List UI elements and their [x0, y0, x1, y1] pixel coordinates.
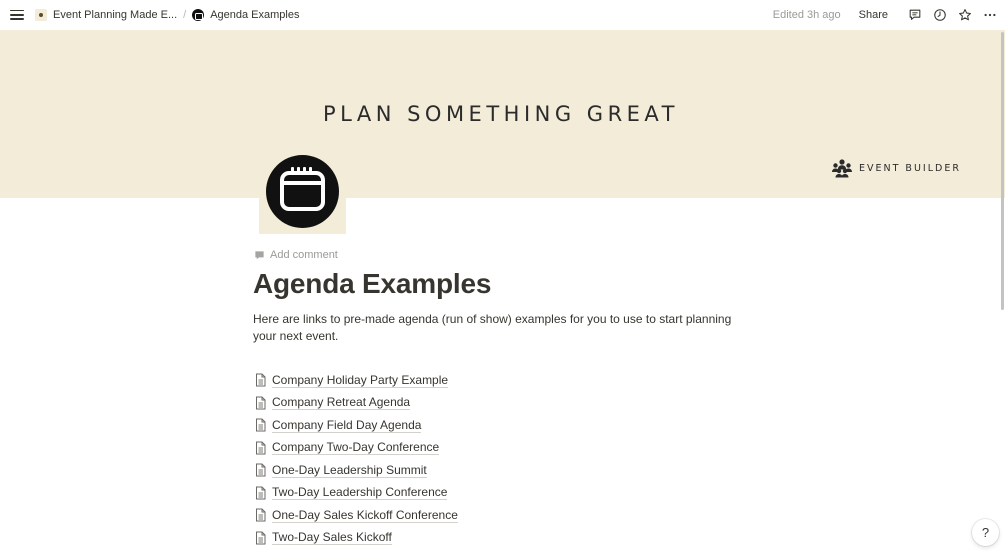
- scrollbar[interactable]: [1000, 30, 1005, 553]
- page-icon: [256, 508, 266, 522]
- agenda-links-list: Company Holiday Party Example Company Re…: [254, 369, 458, 549]
- breadcrumb: Event Planning Made E... / Agenda Exampl…: [32, 0, 302, 30]
- page-icon: [256, 463, 266, 477]
- breadcrumb-separator: /: [183, 9, 187, 21]
- more-icon[interactable]: [981, 6, 999, 24]
- comments-icon[interactable]: [906, 6, 924, 24]
- breadcrumb-item-parent[interactable]: Event Planning Made E...: [32, 7, 180, 23]
- page-icon[interactable]: [259, 152, 346, 234]
- page-icon: [256, 531, 266, 545]
- page-icon: [256, 418, 266, 432]
- menu-icon[interactable]: [9, 7, 25, 23]
- page-link-label: Two-Day Leadership Conference: [272, 485, 448, 501]
- page-link-label: One-Day Sales Kickoff Conference: [272, 507, 458, 523]
- page-link-item[interactable]: One-Day Sales Kickoff Conference: [254, 504, 458, 527]
- history-icon[interactable]: [931, 6, 949, 24]
- page-link-label: Company Two-Day Conference: [272, 440, 440, 456]
- page-link-item[interactable]: Company Holiday Party Example: [254, 369, 458, 392]
- cover-image: PLAN SOMETHING GREAT EVENT BUILDER: [0, 30, 1005, 198]
- page-icon: [256, 396, 266, 410]
- page-link-label: One-Day Leadership Summit: [272, 462, 427, 478]
- page-link-item[interactable]: Company Field Day Agenda: [254, 414, 458, 437]
- comment-icon: [255, 250, 264, 259]
- add-comment-button[interactable]: Add comment: [254, 249, 338, 261]
- page-icon: [256, 373, 266, 387]
- cover-title: PLAN SOMETHING GREAT: [322, 102, 679, 126]
- help-button[interactable]: ?: [972, 519, 999, 546]
- topbar-actions: Edited 3h ago Share: [773, 0, 1005, 30]
- page-icon: [256, 486, 266, 500]
- people-group-icon: [832, 159, 852, 178]
- share-button[interactable]: Share: [855, 7, 892, 23]
- breadcrumb-label: Agenda Examples: [210, 9, 300, 21]
- event-planning-icon: [35, 9, 47, 21]
- page-link-label: Company Field Day Agenda: [272, 417, 422, 433]
- page-link-item[interactable]: Two-Day Leadership Conference: [254, 482, 458, 505]
- page-link-item[interactable]: Company Retreat Agenda: [254, 392, 458, 415]
- favorite-star-icon[interactable]: [956, 6, 974, 24]
- top-bar: Event Planning Made E... / Agenda Exampl…: [0, 0, 1005, 30]
- brand-logo: EVENT BUILDER: [831, 158, 961, 178]
- page-link-item[interactable]: Two-Day Sales Kickoff: [254, 527, 458, 550]
- page-icon: [256, 441, 266, 455]
- page-link-label: Company Retreat Agenda: [272, 395, 411, 411]
- scrollbar-thumb[interactable]: [1001, 32, 1004, 310]
- page-title[interactable]: Agenda Examples: [253, 268, 491, 300]
- page-link-item[interactable]: One-Day Leadership Summit: [254, 459, 458, 482]
- brand-name: EVENT BUILDER: [859, 162, 961, 174]
- breadcrumb-item-current[interactable]: Agenda Examples: [189, 7, 302, 23]
- page-link-label: Two-Day Sales Kickoff: [272, 530, 392, 546]
- edited-timestamp: Edited 3h ago: [772, 9, 841, 21]
- calendar-icon: [266, 155, 339, 228]
- page-link-item[interactable]: Company Two-Day Conference: [254, 437, 458, 460]
- calendar-icon: [192, 9, 205, 21]
- breadcrumb-label: Event Planning Made E...: [53, 9, 178, 21]
- add-comment-label: Add comment: [270, 249, 338, 261]
- page-link-label: Company Holiday Party Example: [272, 372, 449, 388]
- page-description[interactable]: Here are links to pre-made agenda (run o…: [253, 311, 753, 345]
